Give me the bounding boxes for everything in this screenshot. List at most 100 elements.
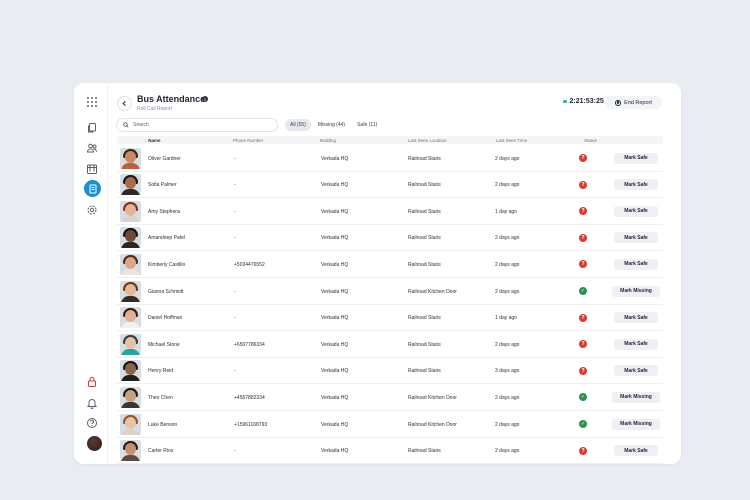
help-icon[interactable] [85, 416, 99, 430]
info-icon[interactable]: i [202, 96, 208, 102]
person-building: Verkada HQ [321, 235, 349, 242]
column-status[interactable]: Status [584, 138, 597, 143]
photo-face [125, 310, 136, 323]
photo-face [125, 150, 136, 163]
calendar-icon[interactable] [85, 162, 99, 176]
column-phone[interactable]: Phone Number [233, 138, 263, 143]
table-row[interactable]: Amy Stephens - Verkada HQ Railroad Stairs 1 … [117, 198, 663, 225]
sort-down-icon: ↓ [144, 137, 147, 143]
person-name[interactable]: Amandeep Patel [148, 235, 185, 241]
table-row[interactable]: Michael Stone +6507786334 Verkada HQ Railro… [117, 331, 663, 358]
last-seen-location: Railroad Kitchen Door [408, 288, 457, 295]
page-title: Bus Attendance [137, 94, 206, 104]
mark-missing-button[interactable]: Mark Missing [612, 391, 660, 403]
table-row[interactable]: Amandeep Patel - Verkada HQ Railroad Stairs… [117, 225, 663, 252]
settings-icon[interactable] [85, 203, 99, 217]
table-row[interactable]: Luke Benson +15961168793 Verkada HQ Railroa… [117, 411, 663, 438]
photo-shoulders [121, 322, 140, 329]
photo-shoulders [121, 295, 140, 302]
filter-all[interactable]: All (55) [285, 119, 311, 131]
column-location[interactable]: Last Seen Location [408, 138, 447, 143]
apps-grid-icon[interactable] [85, 95, 99, 109]
person-phone: - [234, 288, 236, 295]
lock-icon[interactable] [85, 375, 99, 389]
photo-face [125, 443, 136, 456]
person-name[interactable]: Sofia Palmer [148, 182, 177, 188]
table-row[interactable]: Theo Chen +4567882334 Verkada HQ Railroad K… [117, 384, 663, 411]
safe-check-icon: ✓ [579, 393, 587, 402]
table-row[interactable]: Oliver Gardner - Verkada HQ Railroad Stairs… [117, 145, 663, 172]
search-input[interactable]: Search [116, 118, 278, 132]
photo-shoulders [121, 242, 140, 249]
users-icon[interactable] [85, 141, 99, 155]
end-report-button[interactable]: End Report [605, 96, 662, 109]
bell-icon[interactable] [85, 396, 99, 410]
column-name[interactable]: ↓ Name [144, 138, 161, 143]
filter-missing[interactable]: Missing (44) [313, 119, 350, 131]
person-photo [120, 227, 141, 249]
person-name[interactable]: Henry Reid [148, 368, 173, 374]
mark-missing-button[interactable]: Mark Missing [612, 285, 660, 297]
person-name[interactable]: Luke Benson [148, 422, 177, 428]
photo-face [125, 283, 136, 296]
last-seen-time: 2 days ago [495, 182, 520, 189]
table-row[interactable]: Carter Rios - Verkada HQ Railroad Stairs 2 d… [117, 438, 663, 464]
mark-safe-button[interactable]: Mark Safe [614, 152, 658, 164]
person-name[interactable]: Kimberly Castillo [148, 262, 185, 268]
person-building: Verkada HQ [321, 368, 349, 375]
person-building: Verkada HQ [321, 155, 349, 162]
table-row[interactable]: Kimberly Castillo +5034476552 Verkada HQ Ra… [117, 251, 663, 278]
search-icon [123, 122, 129, 128]
person-building: Verkada HQ [321, 288, 349, 295]
person-phone: - [234, 448, 236, 455]
person-photo [120, 360, 141, 382]
filter-safe[interactable]: Safe (11) [352, 119, 382, 131]
person-phone: - [234, 208, 236, 215]
person-name[interactable]: Carter Rios [148, 448, 173, 454]
user-avatar[interactable] [87, 436, 102, 451]
table-row[interactable]: Daniel Hoffman - Verkada HQ Railroad Stairs… [117, 305, 663, 332]
mark-safe-button[interactable]: Mark Safe [614, 445, 658, 457]
mark-safe-button[interactable]: Mark Safe [614, 338, 658, 350]
photo-face [125, 256, 136, 269]
last-seen-time: 1 day ago [495, 208, 517, 215]
person-name[interactable]: Amy Stephens [148, 209, 181, 215]
mark-safe-button[interactable]: Mark Safe [614, 205, 658, 217]
mark-missing-button[interactable]: Mark Missing [612, 418, 660, 430]
table-row[interactable]: Sofia Palmer - Verkada HQ Railroad Stairs 2 … [117, 172, 663, 199]
back-button[interactable] [117, 96, 132, 111]
person-name[interactable]: Gianna Schmidt [148, 289, 184, 295]
last-seen-location: Railroad Stairs [408, 448, 441, 455]
person-name[interactable]: Theo Chen [148, 395, 173, 401]
photo-shoulders [121, 428, 140, 435]
column-time[interactable]: Last Seen Time [496, 138, 527, 143]
report-icon[interactable] [84, 180, 101, 197]
missing-alert-icon: ? [579, 260, 587, 269]
missing-alert-icon: ? [579, 366, 587, 375]
column-building[interactable]: Building [320, 138, 336, 143]
last-seen-location: Railroad Stairs [408, 182, 441, 189]
mark-safe-button[interactable]: Mark Safe [614, 258, 658, 270]
timer-value: 2:21:53:25 [569, 98, 604, 105]
copy-icon[interactable] [85, 121, 99, 135]
photo-shoulders [121, 348, 140, 355]
last-seen-time: 2 days ago [495, 341, 520, 348]
last-seen-location: Railroad Kitchen Door [408, 421, 457, 428]
person-photo [120, 440, 141, 462]
missing-alert-icon: ? [579, 233, 587, 242]
mark-safe-button[interactable]: Mark Safe [614, 232, 658, 244]
person-phone: +5034476552 [234, 261, 265, 268]
photo-shoulders [121, 189, 140, 196]
person-name[interactable]: Daniel Hoffman [148, 315, 182, 321]
missing-alert-icon: ? [579, 446, 587, 455]
table-row[interactable]: Gianna Schmidt - Verkada HQ Railroad Kitche… [117, 278, 663, 305]
person-name[interactable]: Michael Stone [148, 342, 180, 348]
photo-face [125, 389, 136, 402]
photo-shoulders [121, 268, 140, 275]
last-seen-location: Railroad Stairs [408, 368, 441, 375]
table-row[interactable]: Henry Reid - Verkada HQ Railroad Stairs 3 da… [117, 358, 663, 385]
mark-safe-button[interactable]: Mark Safe [614, 312, 658, 324]
mark-safe-button[interactable]: Mark Safe [614, 179, 658, 191]
person-name[interactable]: Oliver Gardner [148, 156, 181, 162]
mark-safe-button[interactable]: Mark Safe [614, 365, 658, 377]
